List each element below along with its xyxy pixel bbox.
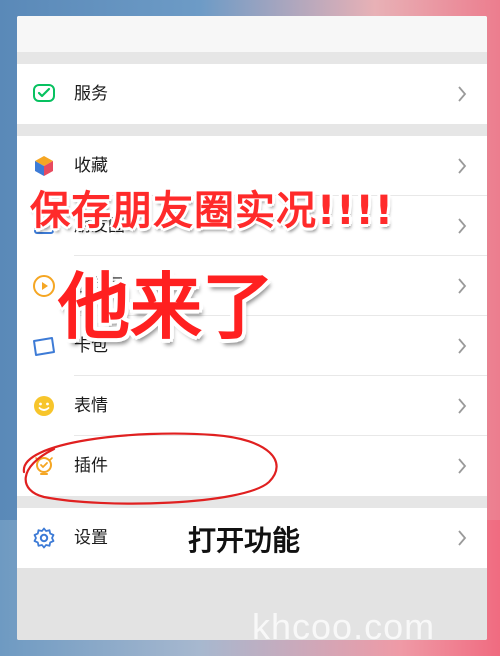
chevron-right-icon: [458, 338, 467, 354]
chevron-right-icon: [458, 86, 467, 102]
menu-item-label: 表情: [74, 396, 108, 416]
section-gap: [17, 52, 487, 64]
chevron-right-icon: [458, 398, 467, 414]
chevron-right-icon: [458, 458, 467, 474]
card-wallet-icon: [33, 337, 55, 356]
wechat-pay-icon: [33, 84, 55, 102]
menu-item-label: 设置: [74, 528, 108, 548]
menu-item-label: 收藏: [74, 156, 108, 176]
sticker-smiley-icon: [34, 396, 54, 416]
chevron-right-icon: [458, 530, 467, 546]
settings-gear-icon: [33, 527, 55, 549]
menu-item-label: 服务: [74, 84, 108, 104]
watermark-text: khcoo.com: [252, 606, 436, 647]
section-gap: [17, 124, 487, 136]
chevron-right-icon: [458, 158, 467, 174]
overlay-subtitle-text: 他来了: [58, 265, 275, 349]
menu-item-services[interactable]: 服务: [17, 64, 487, 124]
overlay-title-text: 保存朋友圈实况!!!!: [30, 188, 394, 234]
highlight-circle-annotation: [22, 432, 278, 505]
chevron-right-icon: [458, 278, 467, 294]
overlay-caption-text: 打开功能: [188, 524, 301, 557]
chevron-right-icon: [458, 218, 467, 234]
top-strip: [17, 16, 487, 52]
video-icon: [33, 275, 55, 297]
favorites-cube-icon: [35, 156, 53, 176]
